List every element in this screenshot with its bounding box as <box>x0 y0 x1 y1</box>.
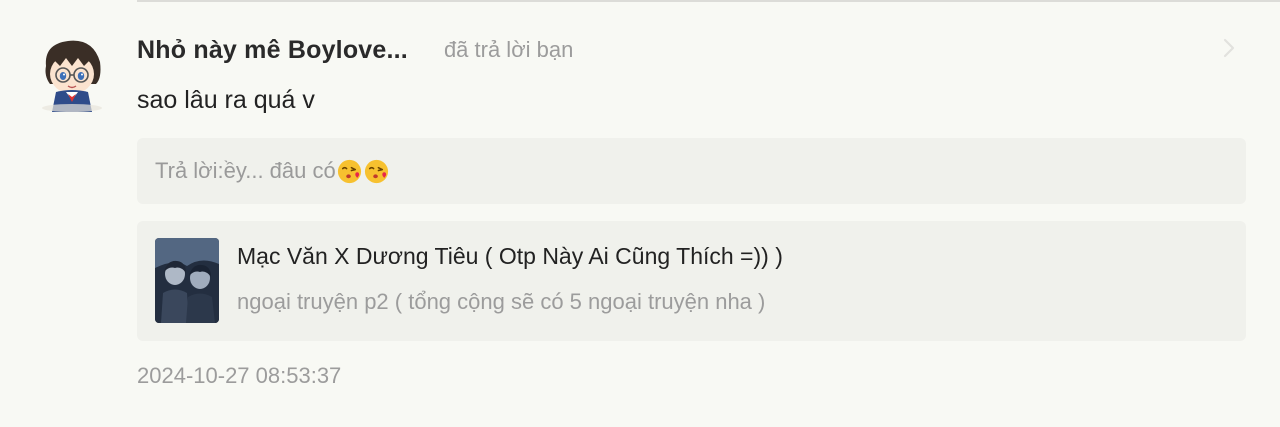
story-cover-image[interactable] <box>155 238 219 323</box>
user-avatar[interactable] <box>38 36 106 112</box>
story-chapter: ngoại truyện p2 ( tổng cộng sẽ có 5 ngoạ… <box>237 289 766 314</box>
comment-text: sao lâu ra quá v <box>137 86 315 114</box>
chevron-right-icon[interactable] <box>1219 36 1239 60</box>
story-title: Mạc Văn X Dương Tiêu ( Otp Này Ai Cũng T… <box>237 243 783 269</box>
reply-text: ềy... đâu có <box>223 158 336 183</box>
notification-item[interactable]: Nhỏ này mê Boylove... đã trả lời bạn sao… <box>0 0 1280 427</box>
reply-prefix: Trả lời: <box>155 158 224 183</box>
top-divider <box>137 0 1280 2</box>
kissing-face-emoji-icon <box>337 159 361 183</box>
action-text: đã trả lời bạn <box>443 37 574 62</box>
username[interactable]: Nhỏ này mê Boylove... <box>137 36 408 65</box>
story-card[interactable]: Mạc Văn X Dương Tiêu ( Otp Này Ai Cũng T… <box>137 221 1246 341</box>
reply-quote[interactable]: Trả lời: ềy... đâu có <box>137 138 1246 204</box>
notification-header: Nhỏ này mê Boylove... đã trả lời bạn <box>137 30 573 70</box>
kissing-face-emoji-icon <box>364 159 388 183</box>
timestamp: 2024-10-27 08:53:37 <box>137 363 342 388</box>
